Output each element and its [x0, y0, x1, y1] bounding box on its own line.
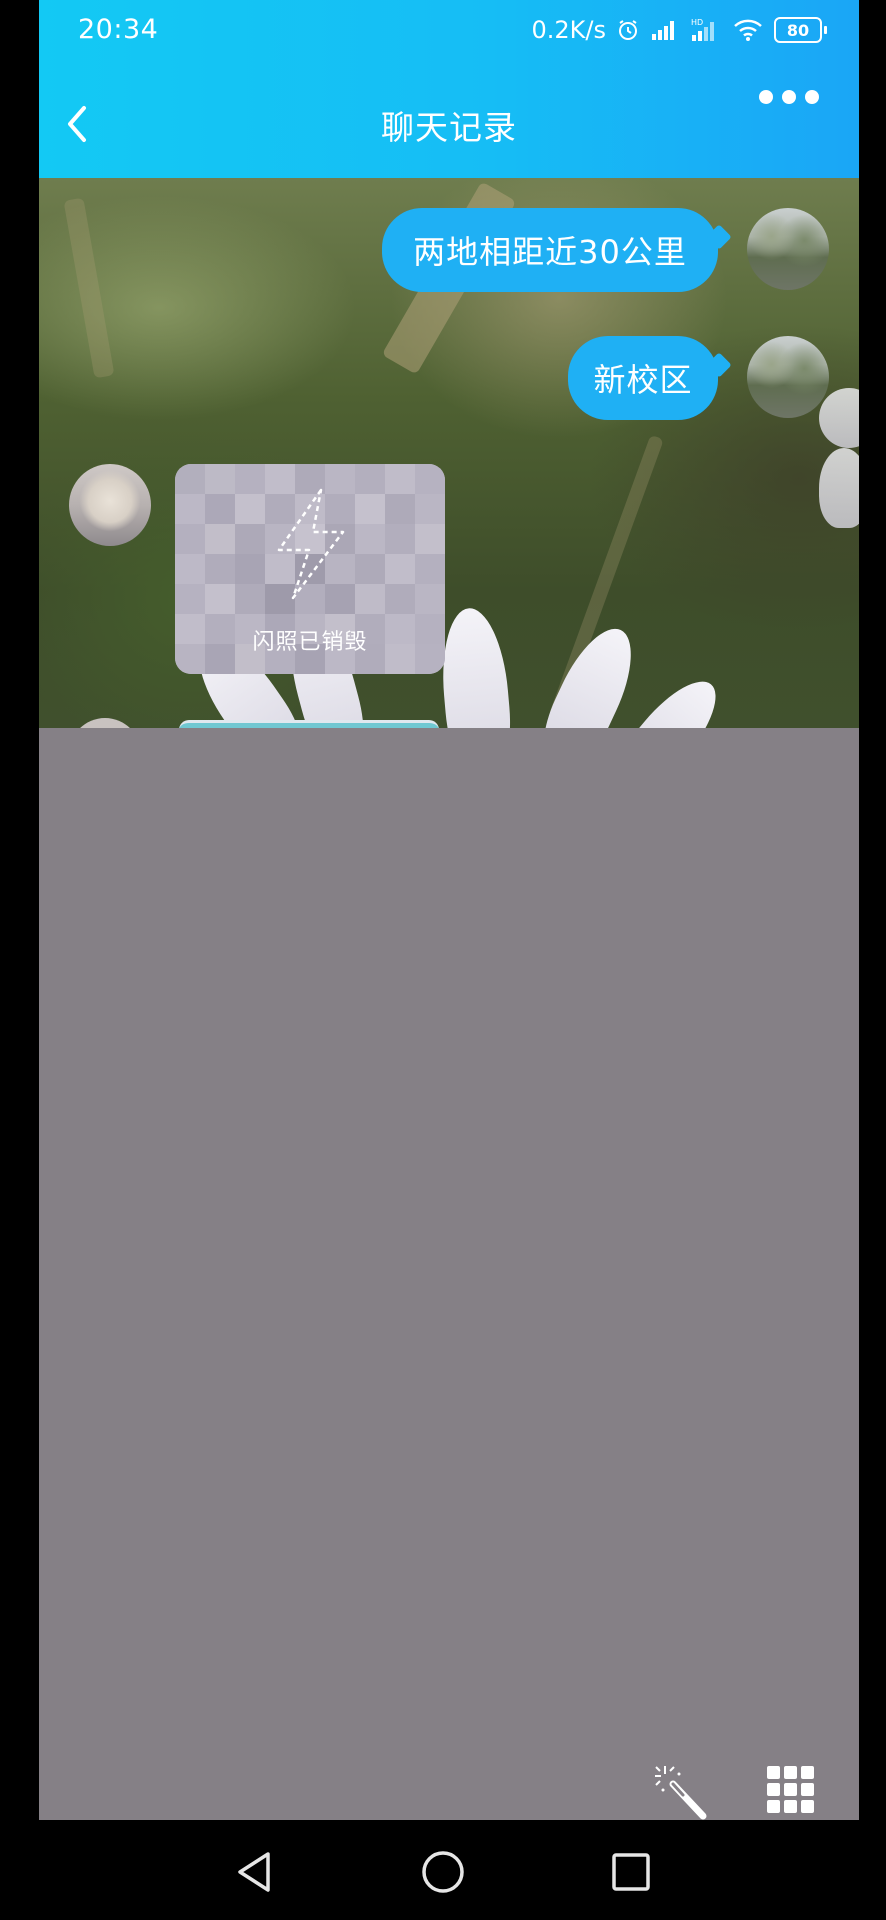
avatar[interactable]: [69, 464, 151, 546]
avatar[interactable]: [69, 718, 141, 728]
message-bubble[interactable]: [179, 720, 439, 728]
battery-icon: 80: [774, 17, 827, 43]
circle-home-icon: [422, 1851, 464, 1893]
nav-back-button[interactable]: [230, 1848, 278, 1896]
page-title: 聊天记录: [381, 108, 517, 147]
message-text: 新校区: [593, 361, 693, 399]
status-icons: 0.2K/s HD 80: [531, 16, 827, 44]
message-text: 两地相距近30公里: [413, 233, 687, 271]
flash-photo-card[interactable]: 闪照已销毁: [175, 464, 445, 674]
svg-text:HD: HD: [691, 18, 703, 27]
wifi-icon: [732, 18, 764, 42]
avatar[interactable]: [747, 208, 829, 290]
title-bar: 20:34 0.2K/s HD 80 聊天记录: [39, 0, 859, 178]
more-button[interactable]: [759, 84, 819, 110]
message-bubble[interactable]: 新校区: [568, 336, 718, 420]
avatar[interactable]: [747, 336, 829, 418]
magic-wand-icon[interactable]: [651, 1762, 711, 1820]
navigation-bar: [0, 1820, 886, 1920]
message-bubble[interactable]: 两地相距近30公里: [382, 208, 718, 292]
lightning-icon: [277, 488, 345, 600]
status-time: 20:34: [78, 14, 159, 45]
battery-level: 80: [774, 17, 822, 43]
nav-home-button[interactable]: [419, 1848, 467, 1896]
net-speed: 0.2K/s: [531, 16, 607, 44]
square-recents-icon: [612, 1853, 650, 1891]
hd-signal-icon: HD: [690, 17, 722, 43]
nav-recents-button[interactable]: [607, 1848, 655, 1896]
flash-photo-status: 闪照已销毁: [252, 630, 368, 655]
grid-icon[interactable]: [765, 1764, 817, 1820]
chat-history-screen: 20:34 0.2K/s HD 80 聊天记录 两地相距近30公里 新校区 闪照…: [39, 0, 859, 1820]
chat-message-list[interactable]: 两地相距近30公里 新校区 闪照已销毁: [39, 178, 859, 728]
more-dots-icon: [759, 90, 773, 104]
alarm-icon: [616, 18, 640, 42]
triangle-back-icon: [238, 1852, 270, 1892]
signal-icon: [650, 18, 680, 42]
